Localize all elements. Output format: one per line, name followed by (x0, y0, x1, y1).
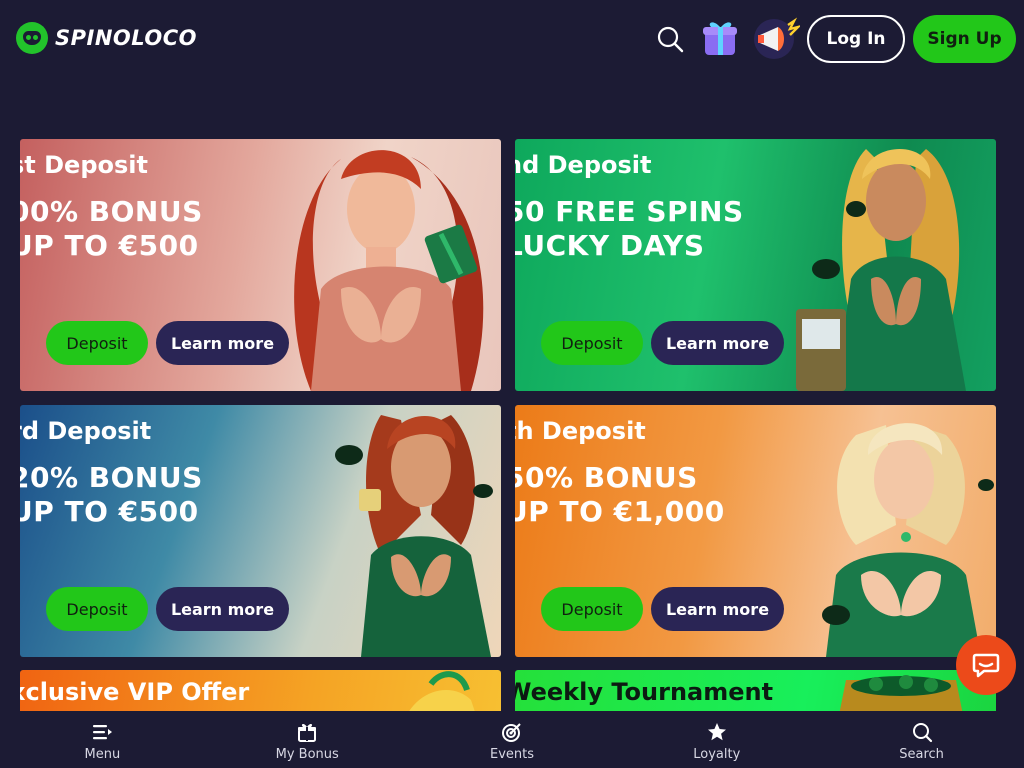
logo-text: SPINOLOCO (55, 26, 198, 50)
promo-title: Weekly Tournament (515, 678, 774, 706)
menu-icon (93, 725, 113, 740)
nav-item-loyalty[interactable]: Loyalty (614, 711, 819, 768)
login-button[interactable]: Log In (807, 15, 905, 63)
promo-subheadline: UP TO €500 (20, 495, 199, 528)
gift-box-icon[interactable] (699, 17, 743, 61)
promo-headline: 50 FREE SPINS (515, 195, 744, 228)
nav-item-menu[interactable]: Menu (0, 711, 205, 768)
learn-more-button[interactable]: Learn more (156, 321, 289, 365)
promo-character-image (822, 423, 994, 657)
promo-headline: 20% BONUS (20, 461, 203, 494)
promo-title: th Deposit (515, 417, 646, 445)
star-icon (707, 723, 726, 741)
promo-headline: 00% BONUS (20, 195, 203, 228)
header: SPINOLOCO Log In Sign Up (0, 0, 1024, 78)
logo-mark-icon (16, 22, 48, 54)
gift-icon (298, 723, 317, 742)
promo-title: xclusive VIP Offer (20, 678, 250, 706)
live-chat-button[interactable] (956, 635, 1016, 695)
deposit-button[interactable]: Deposit (46, 321, 148, 365)
target-icon (501, 723, 521, 742)
nav-label: Menu (84, 747, 121, 762)
deposit-button[interactable]: Deposit (541, 587, 643, 631)
promo-title: nd Deposit (515, 151, 652, 179)
promo-character-image (294, 150, 484, 391)
promo-card-fourth-deposit[interactable]: th Deposit 50% BONUS UP TO €1,000 Deposi… (515, 405, 996, 657)
learn-more-button[interactable]: Learn more (651, 321, 784, 365)
search-icon[interactable] (656, 25, 684, 53)
nav-item-events[interactable]: Events (410, 711, 615, 768)
promo-headline: 50% BONUS (515, 461, 698, 494)
promo-character-image (796, 149, 966, 391)
nav-item-search[interactable]: Search (819, 711, 1024, 768)
chat-bubble-icon (972, 653, 1000, 678)
nav-label: Search (899, 747, 944, 762)
promo-character-image (335, 415, 493, 657)
promo-subheadline: UP TO €500 (20, 229, 199, 262)
signup-button[interactable]: Sign Up (913, 15, 1016, 63)
learn-more-button[interactable]: Learn more (651, 587, 784, 631)
learn-more-button[interactable]: Learn more (156, 587, 289, 631)
promo-subheadline: LUCKY DAYS (515, 229, 705, 262)
nav-label: Loyalty (693, 747, 741, 762)
deposit-button[interactable]: Deposit (46, 587, 148, 631)
deposit-button[interactable]: Deposit (541, 321, 643, 365)
search-icon (912, 723, 932, 743)
megaphone-icon[interactable] (752, 17, 800, 61)
promo-card-second-deposit[interactable]: nd Deposit 50 FREE SPINS LUCKY DAYS Depo… (515, 139, 996, 391)
promo-title: st Deposit (20, 151, 148, 179)
nav-label: Events (489, 747, 534, 762)
promo-card-third-deposit[interactable]: rd Deposit 20% BONUS UP TO €500 Deposit … (20, 405, 501, 657)
promo-title: rd Deposit (20, 417, 152, 445)
bottom-navigation: Menu My Bonus Events Loyalty Search (0, 711, 1024, 768)
nav-label: My Bonus (275, 747, 339, 762)
nav-item-my-bonus[interactable]: My Bonus (205, 711, 410, 768)
brand-logo[interactable]: SPINOLOCO (16, 22, 197, 54)
promo-card-first-deposit[interactable]: st Deposit 00% BONUS UP TO €500 Deposit … (20, 139, 501, 391)
promo-subheadline: UP TO €1,000 (515, 495, 725, 528)
